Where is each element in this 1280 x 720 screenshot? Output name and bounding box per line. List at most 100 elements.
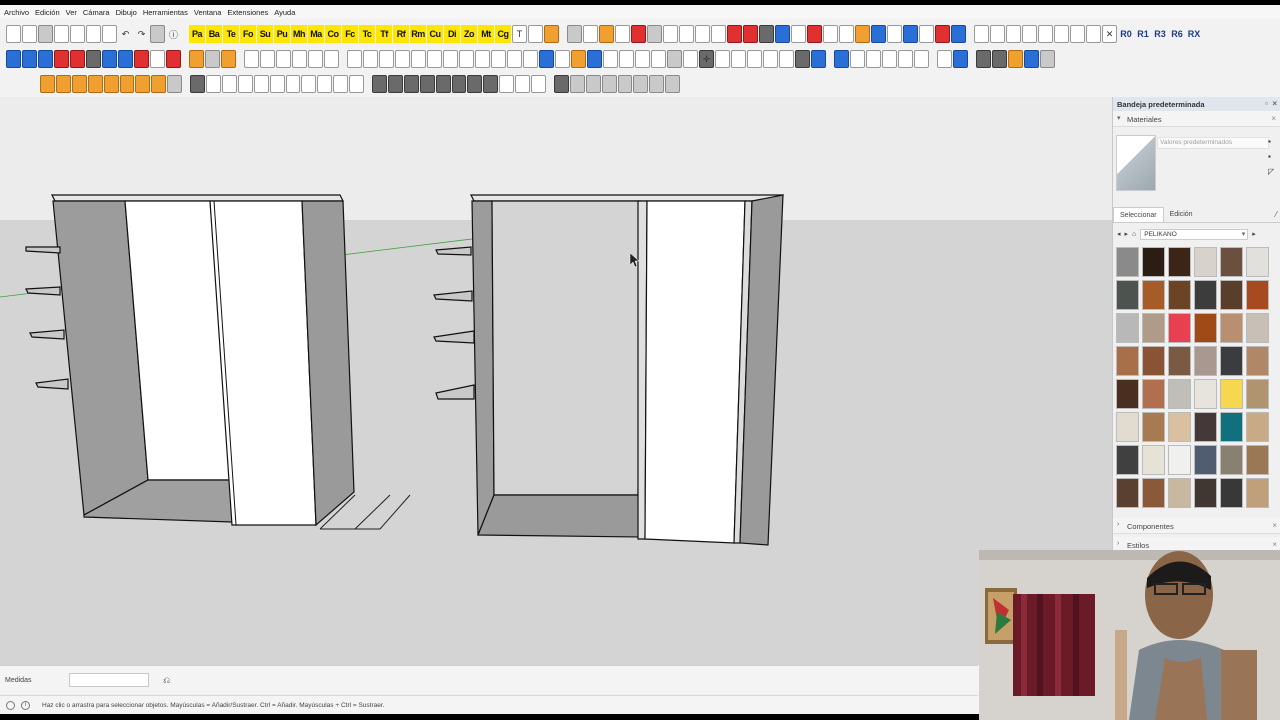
material-swatch[interactable]	[1220, 445, 1243, 475]
material-swatch[interactable]	[1142, 445, 1165, 475]
material-name-field[interactable]: Valores predeterminados	[1157, 137, 1269, 149]
shadow-icon[interactable]	[919, 25, 934, 43]
yellow-tool-tc[interactable]: Tc	[359, 25, 375, 43]
menu-ayuda[interactable]: Ayuda	[274, 8, 295, 17]
orbit-icon[interactable]	[567, 25, 582, 43]
yellow-tool-rf[interactable]: Rf	[393, 25, 409, 43]
align-icon[interactable]	[150, 50, 165, 68]
3d-viewport[interactable]	[0, 97, 1112, 665]
trim-icon[interactable]	[633, 75, 649, 93]
hidden-line-icon[interactable]	[1008, 50, 1023, 68]
materials-header[interactable]: ▾ Materiales ×	[1113, 111, 1280, 127]
measure-icon[interactable]	[651, 50, 666, 68]
split-icon[interactable]	[649, 75, 665, 93]
solid-2-icon[interactable]	[221, 75, 237, 93]
rotate-icon[interactable]	[134, 50, 149, 68]
shelf-9-icon[interactable]	[475, 50, 490, 68]
material-swatch[interactable]	[1142, 280, 1165, 310]
model-info-icon[interactable]: ⓘ	[166, 25, 181, 43]
pencil-icon[interactable]	[615, 25, 630, 43]
yellow-tool-te[interactable]: Te	[223, 25, 239, 43]
move-tool-icon[interactable]: ✛	[699, 50, 714, 68]
rect-view-2-icon[interactable]	[1006, 25, 1021, 43]
yellow-tool-co[interactable]: Co	[325, 25, 341, 43]
rotate-rx-button[interactable]: RX	[1186, 29, 1202, 39]
walk-icon[interactable]	[467, 75, 483, 93]
intersect-solid-icon[interactable]	[585, 75, 601, 93]
material-swatch[interactable]	[1194, 445, 1217, 475]
yellow-tool-tf[interactable]: Tf	[376, 25, 392, 43]
solid-5-icon[interactable]	[269, 75, 285, 93]
material-swatch[interactable]	[1246, 313, 1269, 343]
close-icon[interactable]: ×	[1271, 114, 1276, 123]
refresh-icon[interactable]	[807, 25, 822, 43]
field-view-icon[interactable]	[515, 75, 531, 93]
left-cabinet[interactable]	[25, 194, 355, 527]
material-swatch[interactable]	[1168, 445, 1191, 475]
paint-icon[interactable]	[544, 25, 559, 43]
material-swatch[interactable]	[1194, 247, 1217, 277]
shelf-10-icon[interactable]	[491, 50, 506, 68]
close-icon[interactable]: ×	[1272, 521, 1277, 530]
move-down-icon[interactable]	[54, 50, 69, 68]
menu-archivo[interactable]: Archivo	[4, 8, 29, 17]
text-tool-icon[interactable]: T	[512, 25, 527, 43]
edge-icon[interactable]	[619, 50, 634, 68]
drawing-icon[interactable]	[583, 25, 598, 43]
rect-view-6-icon[interactable]	[1070, 25, 1085, 43]
material-swatch[interactable]	[1116, 346, 1139, 376]
look-icon[interactable]	[775, 25, 790, 43]
section-icon[interactable]	[937, 50, 952, 68]
xray-icon[interactable]	[976, 50, 991, 68]
material-swatch[interactable]	[1220, 478, 1243, 508]
yellow-tool-ba[interactable]: Ba	[206, 25, 222, 43]
tab-select[interactable]: Seleccionar	[1113, 207, 1164, 222]
grid-tool-icon[interactable]	[647, 25, 662, 43]
zoom-extents-icon[interactable]	[435, 75, 451, 93]
yellow-tool-fc[interactable]: Fc	[342, 25, 358, 43]
rotated-rect-icon[interactable]	[135, 75, 151, 93]
view-iso-icon[interactable]	[834, 50, 849, 68]
geolocation-icon[interactable]	[6, 700, 15, 710]
yellow-tool-rm[interactable]: Rm	[410, 25, 426, 43]
tape-icon[interactable]	[599, 25, 614, 43]
solid-9-icon[interactable]	[333, 75, 349, 93]
yellow-tool-mh[interactable]: Mh	[291, 25, 307, 43]
shaded-icon[interactable]	[1024, 50, 1039, 68]
panel-3-icon[interactable]	[276, 50, 291, 68]
material-swatch[interactable]	[1142, 247, 1165, 277]
menu-extensiones[interactable]: Extensiones	[227, 8, 268, 17]
solid-10-icon[interactable]	[349, 75, 365, 93]
material-swatch[interactable]	[1116, 280, 1139, 310]
material-swatch[interactable]	[1194, 346, 1217, 376]
door-icon[interactable]	[555, 50, 570, 68]
create-material-icon[interactable]: ▪	[1268, 152, 1278, 161]
book-icon[interactable]	[855, 25, 870, 43]
details-icon[interactable]: ▸	[1252, 230, 1256, 238]
look-around-icon[interactable]	[483, 75, 499, 93]
list-icon[interactable]	[791, 25, 806, 43]
ruler-small-icon[interactable]: ⎌	[163, 675, 170, 686]
move-both-icon[interactable]	[70, 50, 85, 68]
scene-icon[interactable]	[695, 25, 710, 43]
material-swatch[interactable]	[1142, 313, 1165, 343]
move-up-icon[interactable]	[38, 50, 53, 68]
view-top-icon[interactable]	[850, 50, 865, 68]
shelf-5-icon[interactable]	[411, 50, 426, 68]
menu-herramientas[interactable]: Herramientas	[143, 8, 188, 17]
shelf-11-icon[interactable]	[507, 50, 522, 68]
solid-7-icon[interactable]	[301, 75, 317, 93]
rail-icon[interactable]	[603, 50, 618, 68]
union-icon[interactable]	[601, 75, 617, 93]
zoom-tool-icon[interactable]	[403, 75, 419, 93]
compass-icon[interactable]	[871, 25, 886, 43]
flip-icon[interactable]	[86, 50, 101, 68]
navigation-icon[interactable]: ◸	[1268, 167, 1278, 176]
sphere-1-icon[interactable]	[189, 50, 204, 68]
textured-icon[interactable]	[1040, 50, 1055, 68]
close-view-icon[interactable]: ✕	[1102, 25, 1117, 43]
yellow-tool-ma[interactable]: Ma	[308, 25, 324, 43]
handle-icon[interactable]	[587, 50, 602, 68]
view-left-icon[interactable]	[914, 50, 929, 68]
solid-6-icon[interactable]	[285, 75, 301, 93]
